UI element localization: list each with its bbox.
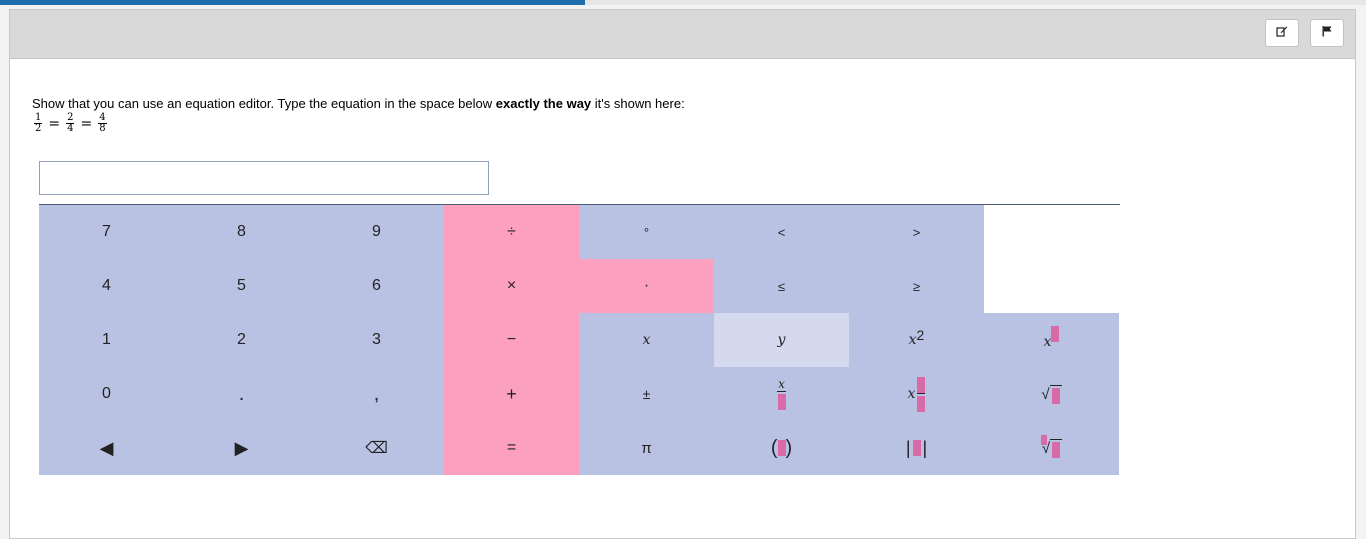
question-panel: Show that you can use an equation editor… <box>9 9 1356 539</box>
key-7[interactable]: 7 <box>39 205 174 259</box>
radicand-placeholder <box>1051 387 1060 404</box>
key-parentheses[interactable]: () <box>714 421 849 475</box>
instruction-text-end: it's shown here: <box>591 96 685 111</box>
instruction-emphasis: exactly the way <box>495 96 592 111</box>
key-6[interactable]: 6 <box>309 259 444 313</box>
flag-button[interactable] <box>1310 19 1344 47</box>
fraction-two-fourths: 24 <box>66 112 75 134</box>
key-plus[interactable]: + <box>444 367 579 421</box>
key-absolute-value[interactable]: | | <box>849 421 984 475</box>
progress-fill <box>0 0 585 5</box>
absolute-value-placeholder <box>912 440 921 456</box>
key-comma[interactable]: , <box>309 367 444 421</box>
key-1[interactable]: 1 <box>39 313 174 367</box>
mixed-fraction-template <box>917 376 926 412</box>
exponent-placeholder <box>1051 326 1060 342</box>
key-minus[interactable]: − <box>444 313 579 367</box>
key-nth-root[interactable]: √ <box>984 421 1119 475</box>
fraction-four-eighths: 48 <box>98 112 107 134</box>
key-mixed-fraction[interactable]: x <box>849 367 984 421</box>
key-greater-than[interactable]: > <box>849 205 984 259</box>
progress-track <box>0 0 1366 5</box>
key-5[interactable]: 5 <box>174 259 309 313</box>
panel-header <box>10 10 1355 59</box>
fraction-template: x <box>777 378 786 410</box>
key-backspace[interactable]: ⌫ <box>309 421 444 475</box>
key-decimal-point[interactable]: . <box>174 367 309 421</box>
equals-sign: = <box>48 115 61 132</box>
equation-answer-input[interactable] <box>39 161 489 195</box>
key-fraction[interactable]: x <box>714 367 849 421</box>
key-variable-x[interactable]: x <box>579 313 714 367</box>
key-times[interactable]: × <box>444 259 579 313</box>
question-instruction: Show that you can use an equation editor… <box>32 96 685 111</box>
key-greater-or-equal[interactable]: ≥ <box>849 259 984 313</box>
nth-radicand-placeholder <box>1052 441 1061 458</box>
key-dot-multiply[interactable]: · <box>579 259 714 313</box>
key-8[interactable]: 8 <box>174 205 309 259</box>
key-plus-minus[interactable]: ± <box>579 367 714 421</box>
fraction-one-half: 12 <box>34 112 43 134</box>
parentheses-placeholder <box>777 440 786 456</box>
root-index-placeholder <box>1040 435 1047 445</box>
key-9[interactable]: 9 <box>309 205 444 259</box>
equals-sign: = <box>80 115 93 132</box>
key-3[interactable]: 3 <box>309 313 444 367</box>
key-equals[interactable]: = <box>444 421 579 475</box>
key-square-root[interactable]: √ <box>984 367 1119 421</box>
equation-keypad: 7 8 9 ÷ ° < > 4 5 6 × · ≤ ≥ 1 2 3 − x y … <box>39 205 1119 475</box>
key-variable-y[interactable]: y <box>714 313 849 367</box>
key-less-or-equal[interactable]: ≤ <box>714 259 849 313</box>
edit-button[interactable] <box>1265 19 1299 47</box>
denominator-placeholder <box>777 394 786 410</box>
key-4[interactable]: 4 <box>39 259 174 313</box>
key-degree[interactable]: ° <box>579 205 714 259</box>
key-x-power[interactable]: x <box>984 313 1119 367</box>
key-2[interactable]: 2 <box>174 313 309 367</box>
key-less-than[interactable]: < <box>714 205 849 259</box>
target-equation: 12 = 24 = 48 <box>32 113 109 134</box>
key-right-arrow[interactable]: ▶ <box>174 421 309 475</box>
edit-icon <box>1276 24 1288 42</box>
key-0[interactable]: 0 <box>39 367 174 421</box>
key-left-arrow[interactable]: ◀ <box>39 421 174 475</box>
flag-icon <box>1321 24 1333 42</box>
key-divide[interactable]: ÷ <box>444 205 579 259</box>
key-pi[interactable]: π <box>579 421 714 475</box>
instruction-text: Show that you can use an equation editor… <box>32 96 496 111</box>
key-x-squared[interactable]: x2 <box>849 313 984 367</box>
